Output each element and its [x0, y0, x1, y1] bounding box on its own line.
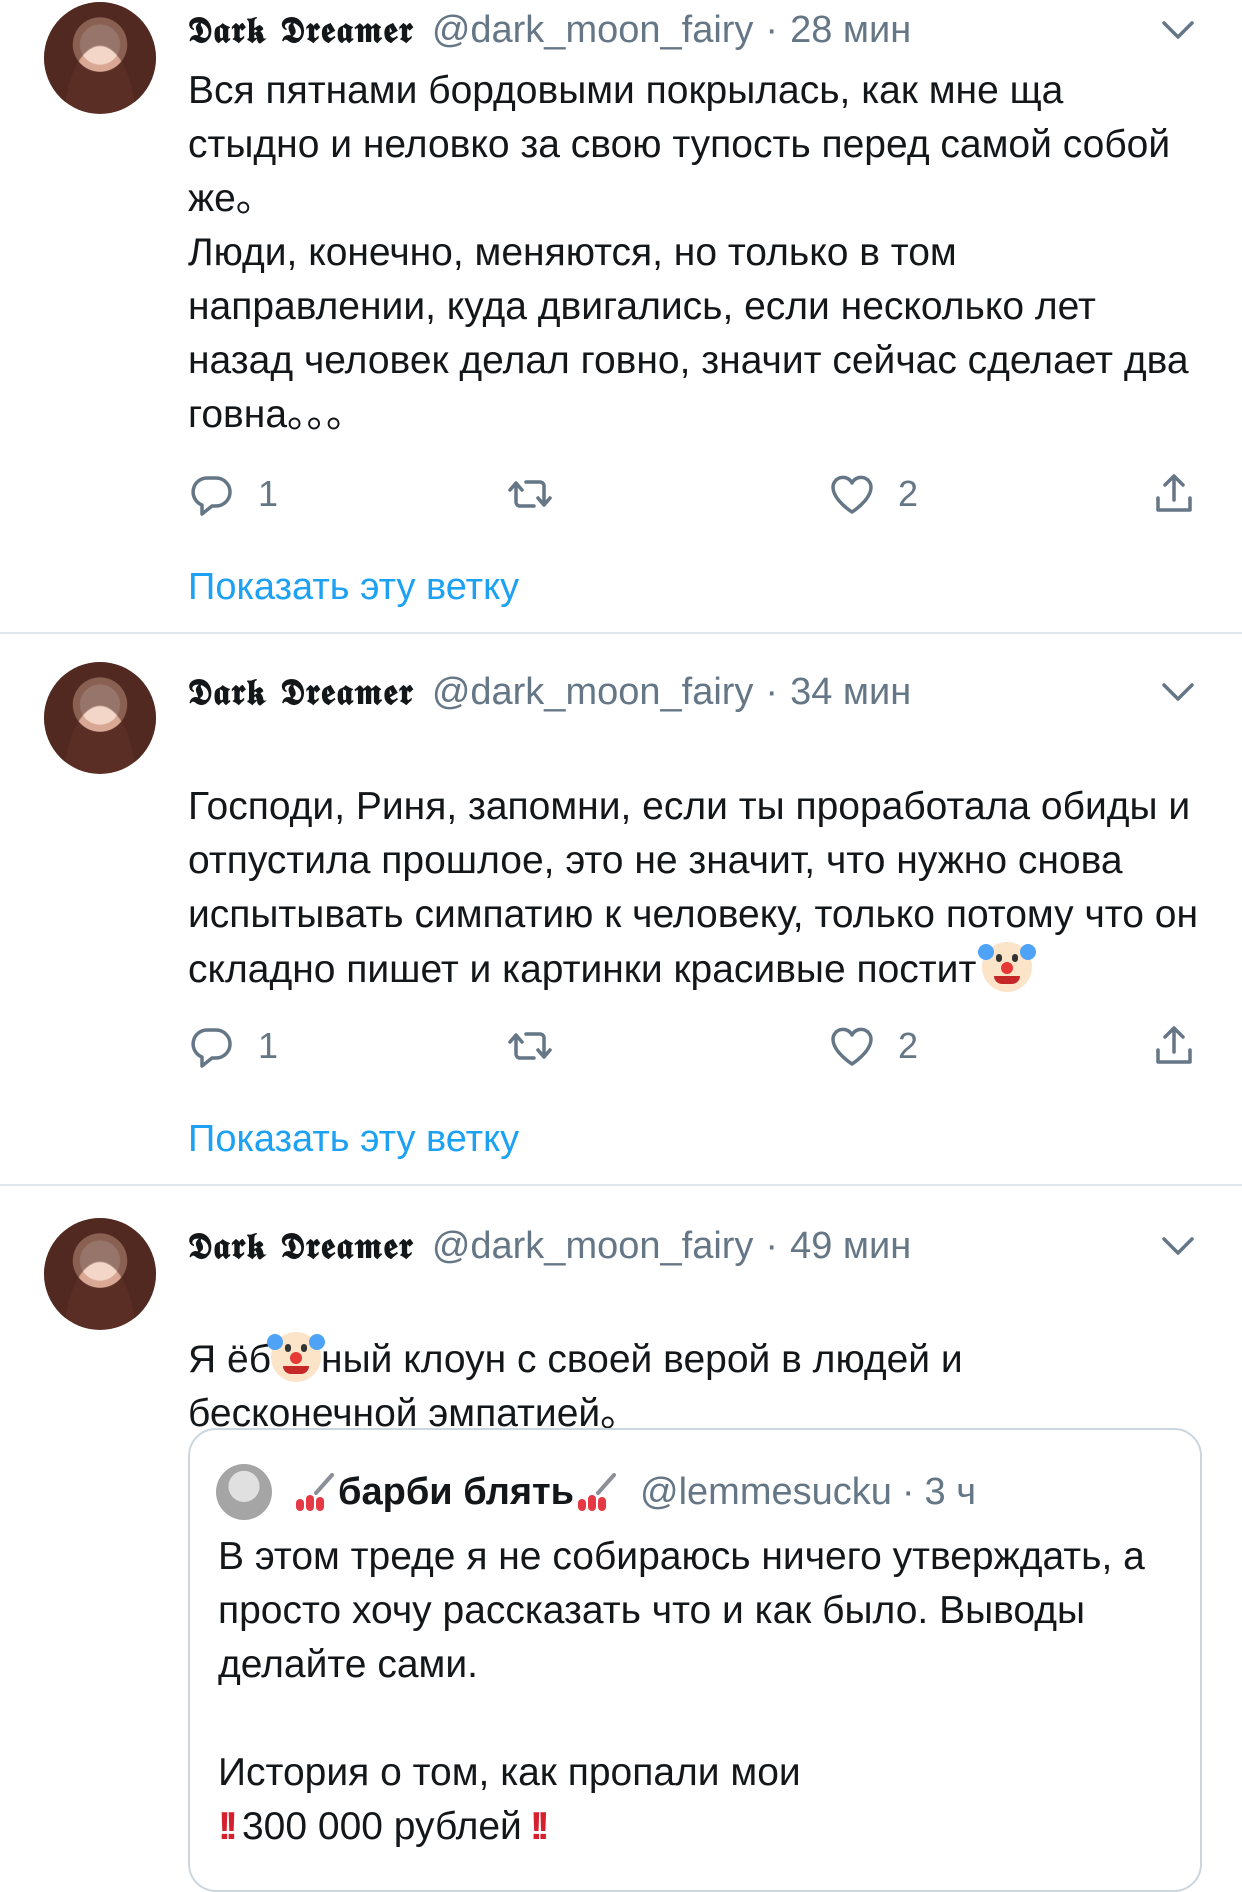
quoted-amount: 300 000 рублей — [241, 1805, 522, 1848]
reply-count: 1 — [258, 473, 279, 514]
retweet-button[interactable] — [506, 466, 554, 522]
avatar[interactable] — [216, 1464, 272, 1520]
share-icon — [1156, 474, 1192, 512]
reply-button[interactable]: 1 — [188, 1018, 278, 1074]
separator-dot: · — [765, 8, 779, 51]
separator-dot: · — [765, 670, 779, 713]
timestamp[interactable]: 28 мин — [790, 9, 911, 52]
handle[interactable]: @dark_moon_fairy — [432, 1225, 754, 1268]
avatar[interactable] — [44, 2, 156, 114]
show-thread-link[interactable]: Показать эту ветку — [188, 1118, 519, 1161]
tweet-header: 𝕯𝖆𝖗𝖐 𝕯𝖗𝖊𝖆𝖒𝖊𝖗 @dark_moon_fairy · 34 мин — [188, 664, 911, 720]
display-name[interactable]: 𝕯𝖆𝖗𝖐 𝕯𝖗𝖊𝖆𝖒𝖊𝖗 — [188, 9, 414, 52]
avatar[interactable] — [44, 1218, 156, 1330]
tweet-text-content: Господи, Риня, запомни, если ты проработ… — [188, 785, 1198, 991]
like-button[interactable]: 2 — [828, 466, 918, 522]
double-exclamation-emoji: !! — [218, 1805, 238, 1848]
tweet-text: Я ёб ный клоун с своей верой в людей и бе… — [188, 1278, 1198, 1441]
chevron-down-icon[interactable] — [1158, 672, 1198, 712]
timestamp[interactable]: 49 мин — [790, 1225, 911, 1268]
display-name[interactable]: 𝕯𝖆𝖗𝖐 𝕯𝖗𝖊𝖆𝖒𝖊𝖗 — [188, 671, 414, 714]
separator-dot: · — [765, 1224, 779, 1267]
like-icon — [831, 475, 873, 514]
handle[interactable]: @dark_moon_fairy — [432, 9, 754, 52]
tweet-text-start: Я ёб — [188, 1338, 272, 1381]
clown-emoji — [978, 942, 1037, 992]
reply-icon — [191, 476, 232, 516]
retweet-icon — [508, 480, 552, 508]
quoted-display-name[interactable]: барби блять — [338, 1471, 574, 1514]
like-count: 2 — [898, 473, 919, 514]
tweet-actions: 1 2 — [188, 466, 1198, 522]
separator-dot: · — [901, 1470, 915, 1513]
tweet-actions: 1 2 — [188, 1018, 1198, 1074]
retweet-button[interactable] — [506, 1018, 554, 1074]
quoted-tweet[interactable]: барби блять @lemmesucku · 3 ч В этом тре… — [188, 1428, 1202, 1892]
reply-icon — [191, 1028, 232, 1068]
tweet-2[interactable]: 𝕯𝖆𝖗𝖐 𝕯𝖗𝖊𝖆𝖒𝖊𝖗 @dark_moon_fairy · 34 мин Г… — [0, 634, 1242, 1184]
reply-button[interactable]: 1 — [188, 466, 278, 522]
avatar[interactable] — [44, 662, 156, 774]
quoted-tweet-header: барби блять @lemmesucku · 3 ч — [292, 1462, 976, 1522]
tweet-text: Вся пятнами бордовыми покрылась, как мне… — [188, 69, 1189, 436]
quoted-timestamp[interactable]: 3 ч — [925, 1471, 977, 1514]
share-button[interactable] — [1150, 1018, 1198, 1074]
handle[interactable]: @dark_moon_fairy — [432, 671, 754, 714]
timestamp[interactable]: 34 мин — [790, 671, 911, 714]
tweet-header: 𝕯𝖆𝖗𝖐 𝕯𝖗𝖊𝖆𝖒𝖊𝖗 @dark_moon_fairy · 49 мин — [188, 1218, 911, 1274]
double-exclamation-emoji: !! — [529, 1805, 550, 1848]
quoted-text-content: В этом треде я не собираюсь ничего утвер… — [218, 1535, 1145, 1794]
chevron-down-icon[interactable] — [1158, 1226, 1198, 1266]
display-name[interactable]: 𝕯𝖆𝖗𝖐 𝕯𝖗𝖊𝖆𝖒𝖊𝖗 — [188, 1225, 414, 1268]
tweet-1[interactable]: 𝕯𝖆𝖗𝖐 𝕯𝖗𝖊𝖆𝖒𝖊𝖗 @dark_moon_fairy · 28 мин В… — [0, 0, 1242, 632]
like-button[interactable]: 2 — [828, 1018, 918, 1074]
like-icon — [831, 1027, 873, 1066]
quoted-handle[interactable]: @lemmesucku — [640, 1471, 892, 1514]
reply-count: 1 — [258, 1025, 279, 1066]
share-icon — [1156, 1026, 1192, 1064]
tweet-text: Господи, Риня, запомни, если ты проработ… — [188, 726, 1198, 997]
quoted-tweet-text: В этом треде я не собираюсь ничего утвер… — [218, 1530, 1168, 1854]
chevron-down-icon[interactable] — [1158, 10, 1198, 50]
show-thread-link[interactable]: Показать эту ветку — [188, 566, 519, 609]
clown-emoji — [267, 1332, 326, 1382]
share-button[interactable] — [1150, 466, 1198, 522]
nail-polish-emoji — [296, 1473, 334, 1511]
nail-polish-emoji — [578, 1473, 617, 1511]
like-count: 2 — [898, 1025, 919, 1066]
tweet-header: 𝕯𝖆𝖗𝖐 𝕯𝖗𝖊𝖆𝖒𝖊𝖗 @dark_moon_fairy · 28 мин — [188, 2, 911, 58]
retweet-icon — [508, 1032, 552, 1060]
